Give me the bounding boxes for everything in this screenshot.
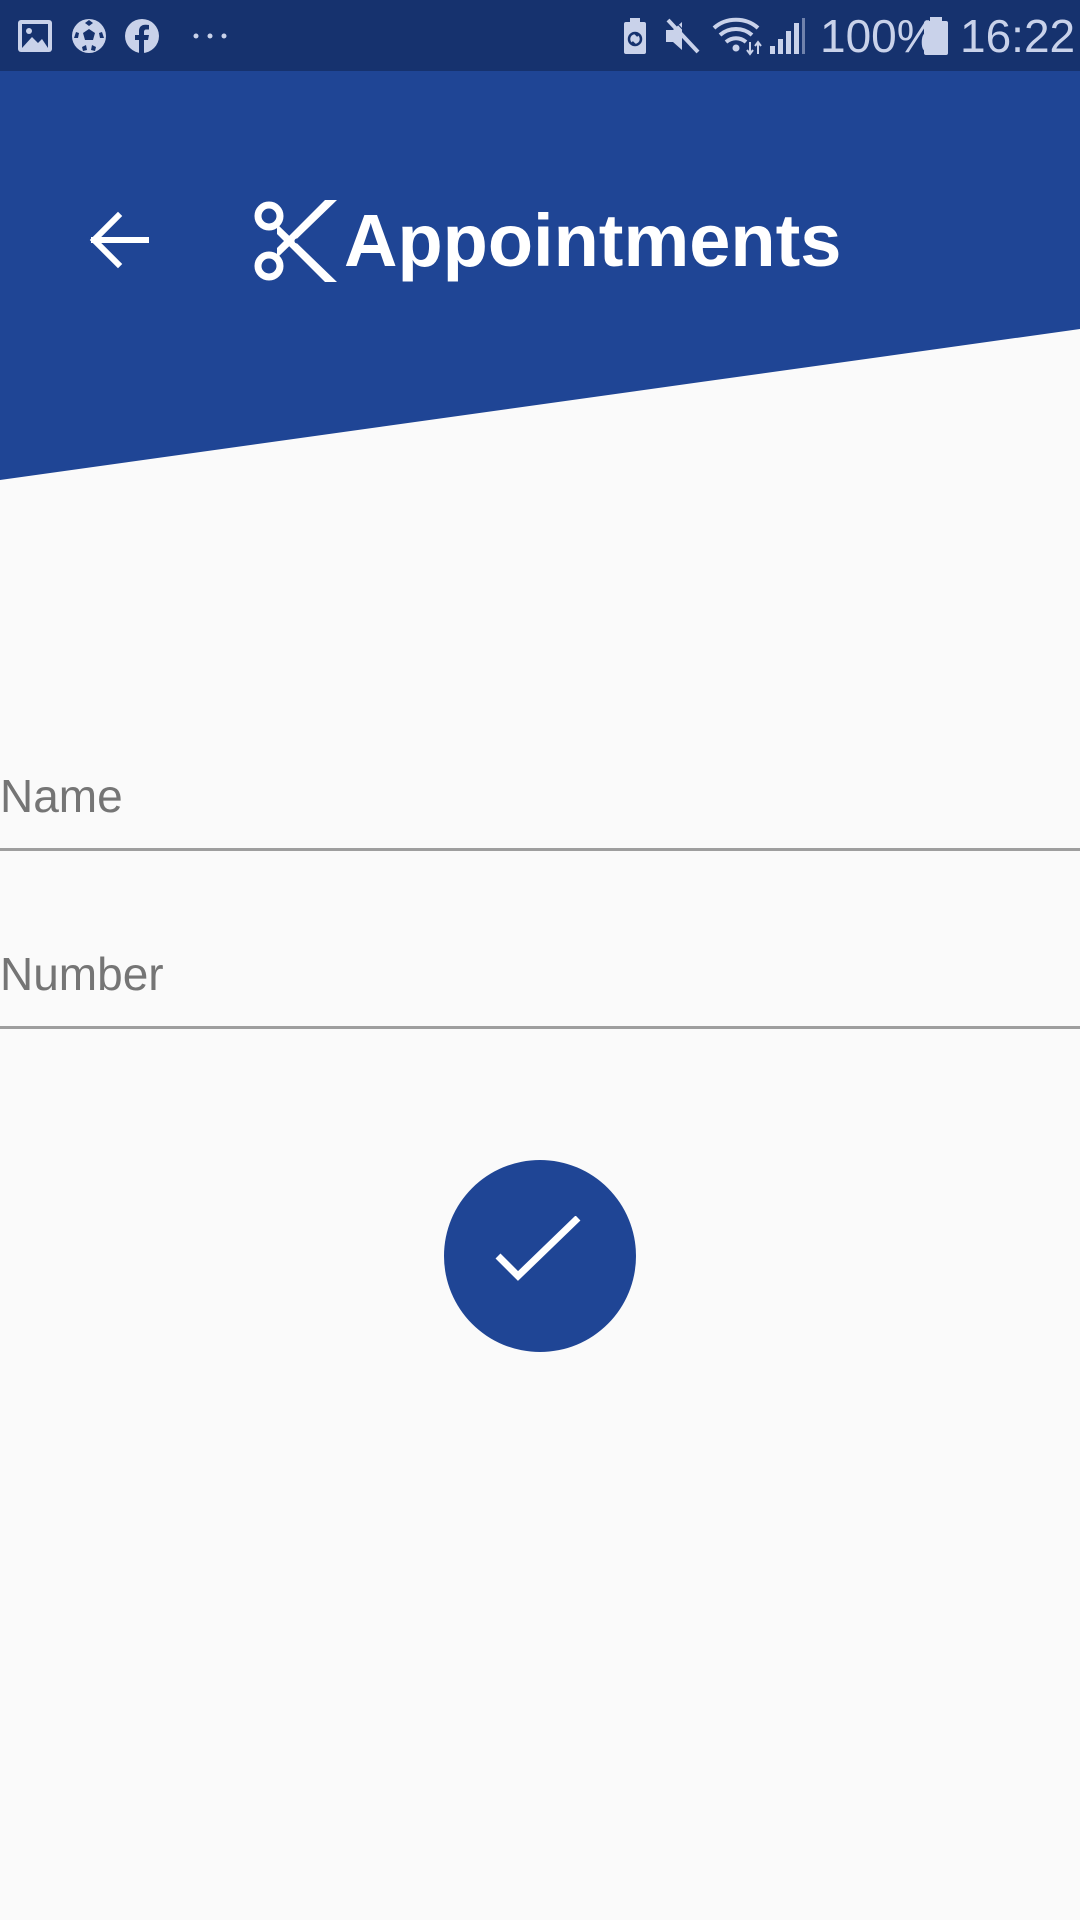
submit-button[interactable] <box>444 1160 636 1352</box>
scissors-icon <box>254 200 337 282</box>
clock: 16:22 <box>960 10 1076 62</box>
page-title: Appointments <box>344 199 842 282</box>
more-dots-icon <box>193 33 227 39</box>
back-button[interactable] <box>80 200 160 280</box>
number-input[interactable] <box>0 934 1070 1014</box>
name-input[interactable] <box>0 756 1070 836</box>
mute-icon <box>666 16 702 54</box>
soccer-ball-icon <box>72 19 106 53</box>
arrow-left-icon <box>89 211 149 269</box>
signal-icon <box>770 18 805 54</box>
battery-icon <box>924 17 948 55</box>
gallery-icon <box>18 20 52 52</box>
battery-percent: 100% <box>820 10 938 62</box>
check-icon <box>495 1216 581 1281</box>
facebook-icon <box>125 19 159 53</box>
number-field <box>0 906 1080 1029</box>
battery-saver-icon <box>624 18 646 54</box>
name-field <box>0 728 1080 851</box>
screen: 100% 16:22 Appointments <box>0 0 1080 1920</box>
status-bar: 100% 16:22 <box>0 0 1080 71</box>
wifi-icon <box>712 17 762 56</box>
